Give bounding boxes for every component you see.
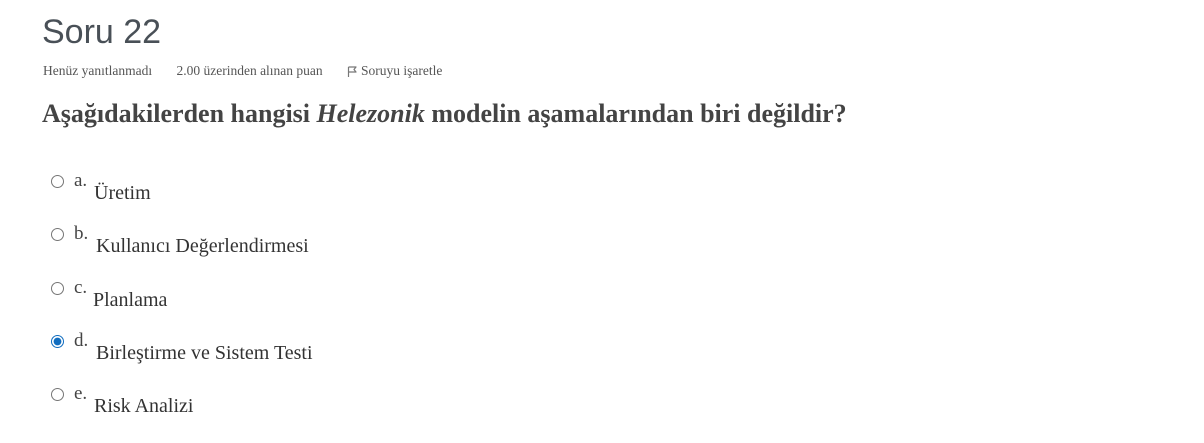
answer-radio-b[interactable] (51, 228, 64, 242)
question-text-part-1: Aşağıdakilerden hangisi (42, 99, 317, 128)
answer-text-d[interactable]: Birleştirme ve Sistem Testi (96, 342, 313, 365)
answer-letter-d: d. (74, 329, 89, 351)
answer-text-a[interactable]: Üretim (94, 182, 151, 205)
question-state: Henüz yanıtlanmadı (43, 62, 153, 78)
answer-text-c[interactable]: Planlama (93, 289, 167, 312)
answer-letter-c: c. (74, 276, 88, 298)
answer-radio-d[interactable] (51, 334, 64, 348)
answer-letter-e: e. (74, 383, 88, 404)
quiz-page: Soru 22 Henüz yanıtlanmadı 2.00 üzerinde… (0, 0, 1204, 443)
flag-icon (346, 64, 358, 78)
answer-radio-e[interactable] (51, 388, 64, 401)
question-text-part-2: modelin aşamalarından biri değildir? (424, 99, 847, 128)
answer-radio-a[interactable] (51, 175, 64, 188)
question-info-bar: Henüz yanıtlanmadı 2.00 üzerinden alınan… (43, 61, 442, 80)
answer-letter-b: b. (74, 223, 89, 245)
question-text: Aşağıdakilerden hangisi Helezonik modeli… (42, 97, 847, 131)
flag-question-label: Soruyu işaretle (361, 63, 443, 79)
question-number-title: Soru 22 (42, 13, 162, 51)
answer-text-e[interactable]: Risk Analizi (94, 395, 193, 418)
question-text-emphasis: Helezonik (316, 99, 425, 128)
answer-letter-a: a. (74, 170, 88, 191)
question-grade: 2.00 üzerinden alınan puan (176, 62, 323, 78)
answer-text-b[interactable]: Kullanıcı Değerlendirmesi (96, 235, 309, 258)
flag-question-button[interactable]: Soruyu işaretle (346, 61, 442, 80)
answer-radio-c[interactable] (51, 281, 64, 295)
